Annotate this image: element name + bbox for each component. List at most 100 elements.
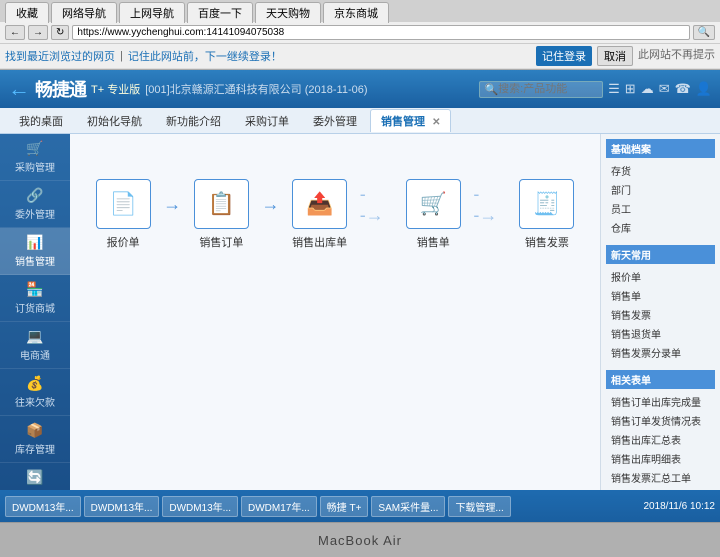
app-header: ← 畅捷通 T+ 专业版 [001]北京赣源汇通科技有限公司 (2018-11-… xyxy=(0,70,720,108)
browser-tab-1[interactable]: 收藏 xyxy=(5,2,49,23)
cloud-icon[interactable]: ☁ xyxy=(641,81,654,97)
sidebar-label-sales: 销售管理 xyxy=(15,253,55,268)
distribution-icon: 🔄 xyxy=(26,469,43,486)
refresh-button[interactable]: ↻ xyxy=(51,25,69,40)
flow-label-outbound: 销售出库单 xyxy=(292,234,347,250)
tab-new-features[interactable]: 新功能介绍 xyxy=(155,109,232,132)
flow-icon-order[interactable]: 📋 xyxy=(194,179,249,229)
taskbar-btn-2[interactable]: DWDM13年... xyxy=(84,496,160,517)
sidebar-item-purchase[interactable]: 🛒 采购管理 xyxy=(0,134,70,181)
search-input[interactable] xyxy=(498,83,598,95)
header-icons: ☰ ⊞ ☁ ✉ ☎ 👤 xyxy=(608,81,712,97)
taskbar-btn-3[interactable]: DWDM13年... xyxy=(162,496,238,517)
right-section-related: 相关表单 销售订单出库完成量 销售订单发货情况表 销售出库汇总表 销售出库明细表… xyxy=(606,370,715,487)
bookmark-2[interactable]: 记住此网站前，下一继续登录！ xyxy=(128,48,282,64)
flow-step-invoice: 🧾 销售发票 xyxy=(509,179,585,250)
basics-item-2[interactable]: 部门 xyxy=(606,180,715,199)
menu-icon[interactable]: ☰ xyxy=(608,81,620,97)
header-right: 🔍 ☰ ⊞ ☁ ✉ ☎ 👤 xyxy=(479,81,712,98)
right-section-basics: 基础档案 存货 部门 员工 仓库 xyxy=(606,139,715,237)
flow-icon-quote[interactable]: 📄 xyxy=(96,179,151,229)
mail-icon[interactable]: ✉ xyxy=(659,81,670,97)
common-item-4[interactable]: 销售退货单 xyxy=(606,324,715,343)
ecommerce-icon: 💻 xyxy=(26,328,43,345)
sidebar-item-shop[interactable]: 🏪 订货商城 xyxy=(0,275,70,322)
common-item-1[interactable]: 报价单 xyxy=(606,267,715,286)
tab-sales[interactable]: 销售管理 ✕ xyxy=(370,109,451,132)
sidebar: 🛒 采购管理 🔗 委外管理 📊 销售管理 🏪 订货商城 💻 电商通 💰 xyxy=(0,134,70,490)
flow-label-sales: 销售单 xyxy=(417,234,450,250)
flow-icon-outbound[interactable]: 📤 xyxy=(292,179,347,229)
forward-button[interactable]: → xyxy=(28,25,48,40)
browser-tab-2[interactable]: 网络导航 xyxy=(51,2,117,23)
search-browser-button[interactable]: 🔍 xyxy=(693,25,715,40)
search-box[interactable]: 🔍 xyxy=(479,81,603,98)
tab-close-icon[interactable]: ✕ xyxy=(432,117,440,128)
basics-item-4[interactable]: 仓库 xyxy=(606,218,715,237)
bookmark-1[interactable]: 找到最近浏览过的网页 xyxy=(5,48,115,64)
mac-brand-label: MacBook Air xyxy=(318,533,402,548)
browser-tab-3[interactable]: 上网导航 xyxy=(119,2,185,23)
content-area: 📄 报价单 → 📋 销售订单 → xyxy=(70,134,720,490)
arrow-2: → xyxy=(262,194,280,235)
related-item-5[interactable]: 销售发票汇总工单 xyxy=(606,468,715,487)
taskbar-btn-7[interactable]: 下载管理... xyxy=(448,496,510,517)
sidebar-item-distribution[interactable]: 🔄 分销管理 xyxy=(0,463,70,490)
taskbar-btn-6[interactable]: SAM采件量... xyxy=(371,496,445,517)
sidebar-item-sales[interactable]: 📊 销售管理 xyxy=(0,228,70,275)
sidebar-item-inventory[interactable]: 📦 库存管理 xyxy=(0,416,70,463)
tab-outsource[interactable]: 委外管理 xyxy=(302,109,368,132)
browser-tab-bar: 收藏 网络导航 上网导航 百度一下 天天购物 京东商城 xyxy=(0,0,720,22)
sidebar-label-shop: 订货商城 xyxy=(15,300,55,315)
browser-tab-6[interactable]: 京东商城 xyxy=(323,2,389,23)
sales-icon: 📊 xyxy=(26,234,43,251)
search-icon: 🔍 xyxy=(484,83,498,96)
related-item-2[interactable]: 销售订单发货情况表 xyxy=(606,411,715,430)
bookmarks-bar: 找到最近浏览过的网页 | 记住此网站前，下一继续登录！ 记住登录 取消 此网站不… xyxy=(0,44,720,69)
app-company: [001]北京赣源汇通科技有限公司 (2018-11-06) xyxy=(145,81,367,97)
browser-tab-5[interactable]: 天天购物 xyxy=(255,2,321,23)
common-title: 新天常用 xyxy=(606,245,715,264)
taskbar-btn-4[interactable]: DWDM17年... xyxy=(241,496,317,517)
sidebar-label-receivable: 往来欠款 xyxy=(15,394,55,409)
flow-label-quote: 报价单 xyxy=(107,234,140,250)
flow-step-outbound: 📤 销售出库单 xyxy=(282,179,358,250)
tab-init[interactable]: 初始化导航 xyxy=(76,109,153,132)
cancel-btn[interactable]: 取消 xyxy=(597,46,633,66)
phone-icon[interactable]: ☎ xyxy=(675,81,691,97)
common-item-5[interactable]: 销售发票分录单 xyxy=(606,343,715,362)
inventory-icon: 📦 xyxy=(26,422,43,439)
basics-item-1[interactable]: 存货 xyxy=(606,161,715,180)
flow-icon-invoice[interactable]: 🧾 xyxy=(519,179,574,229)
arrow-3: - -→ xyxy=(360,184,393,246)
related-item-3[interactable]: 销售出库汇总表 xyxy=(606,430,715,449)
browser-toolbar: ← → ↻ 🔍 xyxy=(0,22,720,44)
sidebar-item-receivable[interactable]: 💰 往来欠款 xyxy=(0,369,70,416)
related-item-4[interactable]: 销售出库明细表 xyxy=(606,449,715,468)
url-bar[interactable] xyxy=(72,25,689,40)
sidebar-item-ecommerce[interactable]: 💻 电商通 xyxy=(0,322,70,369)
common-item-3[interactable]: 销售发票 xyxy=(606,305,715,324)
sidebar-label-inventory: 库存管理 xyxy=(15,441,55,456)
grid-icon[interactable]: ⊞ xyxy=(625,81,636,97)
back-button[interactable]: ← xyxy=(5,25,25,40)
main-layout: 🛒 采购管理 🔗 委外管理 📊 销售管理 🏪 订货商城 💻 电商通 💰 xyxy=(0,134,720,490)
tab-home[interactable]: 我的桌面 xyxy=(8,109,74,132)
flow-label-invoice: 销售发票 xyxy=(525,234,569,250)
tab-purchase-order[interactable]: 采购订单 xyxy=(234,109,300,132)
user-icon[interactable]: 👤 xyxy=(696,81,712,97)
common-item-2[interactable]: 销售单 xyxy=(606,286,715,305)
receivable-icon: 💰 xyxy=(26,375,43,392)
browser-tab-4[interactable]: 百度一下 xyxy=(187,2,253,23)
remember-login-btn[interactable]: 记住登录 xyxy=(536,46,592,66)
related-item-1[interactable]: 销售订单出库完成量 xyxy=(606,392,715,411)
flow-icon-sales[interactable]: 🛒 xyxy=(406,179,461,229)
sales-cart-icon: 🛒 xyxy=(420,191,447,217)
basics-item-3[interactable]: 员工 xyxy=(606,199,715,218)
sidebar-item-outsource[interactable]: 🔗 委外管理 xyxy=(0,181,70,228)
taskbar-btn-5[interactable]: 畅捷 T+ xyxy=(320,496,369,517)
back-arrow-icon[interactable]: ← xyxy=(8,76,30,102)
taskbar-btn-1[interactable]: DWDM13年... xyxy=(5,496,81,517)
right-section-common: 新天常用 报价单 销售单 销售发票 销售退货单 销售发票分录单 xyxy=(606,245,715,362)
outbound-icon: 📤 xyxy=(306,191,333,217)
